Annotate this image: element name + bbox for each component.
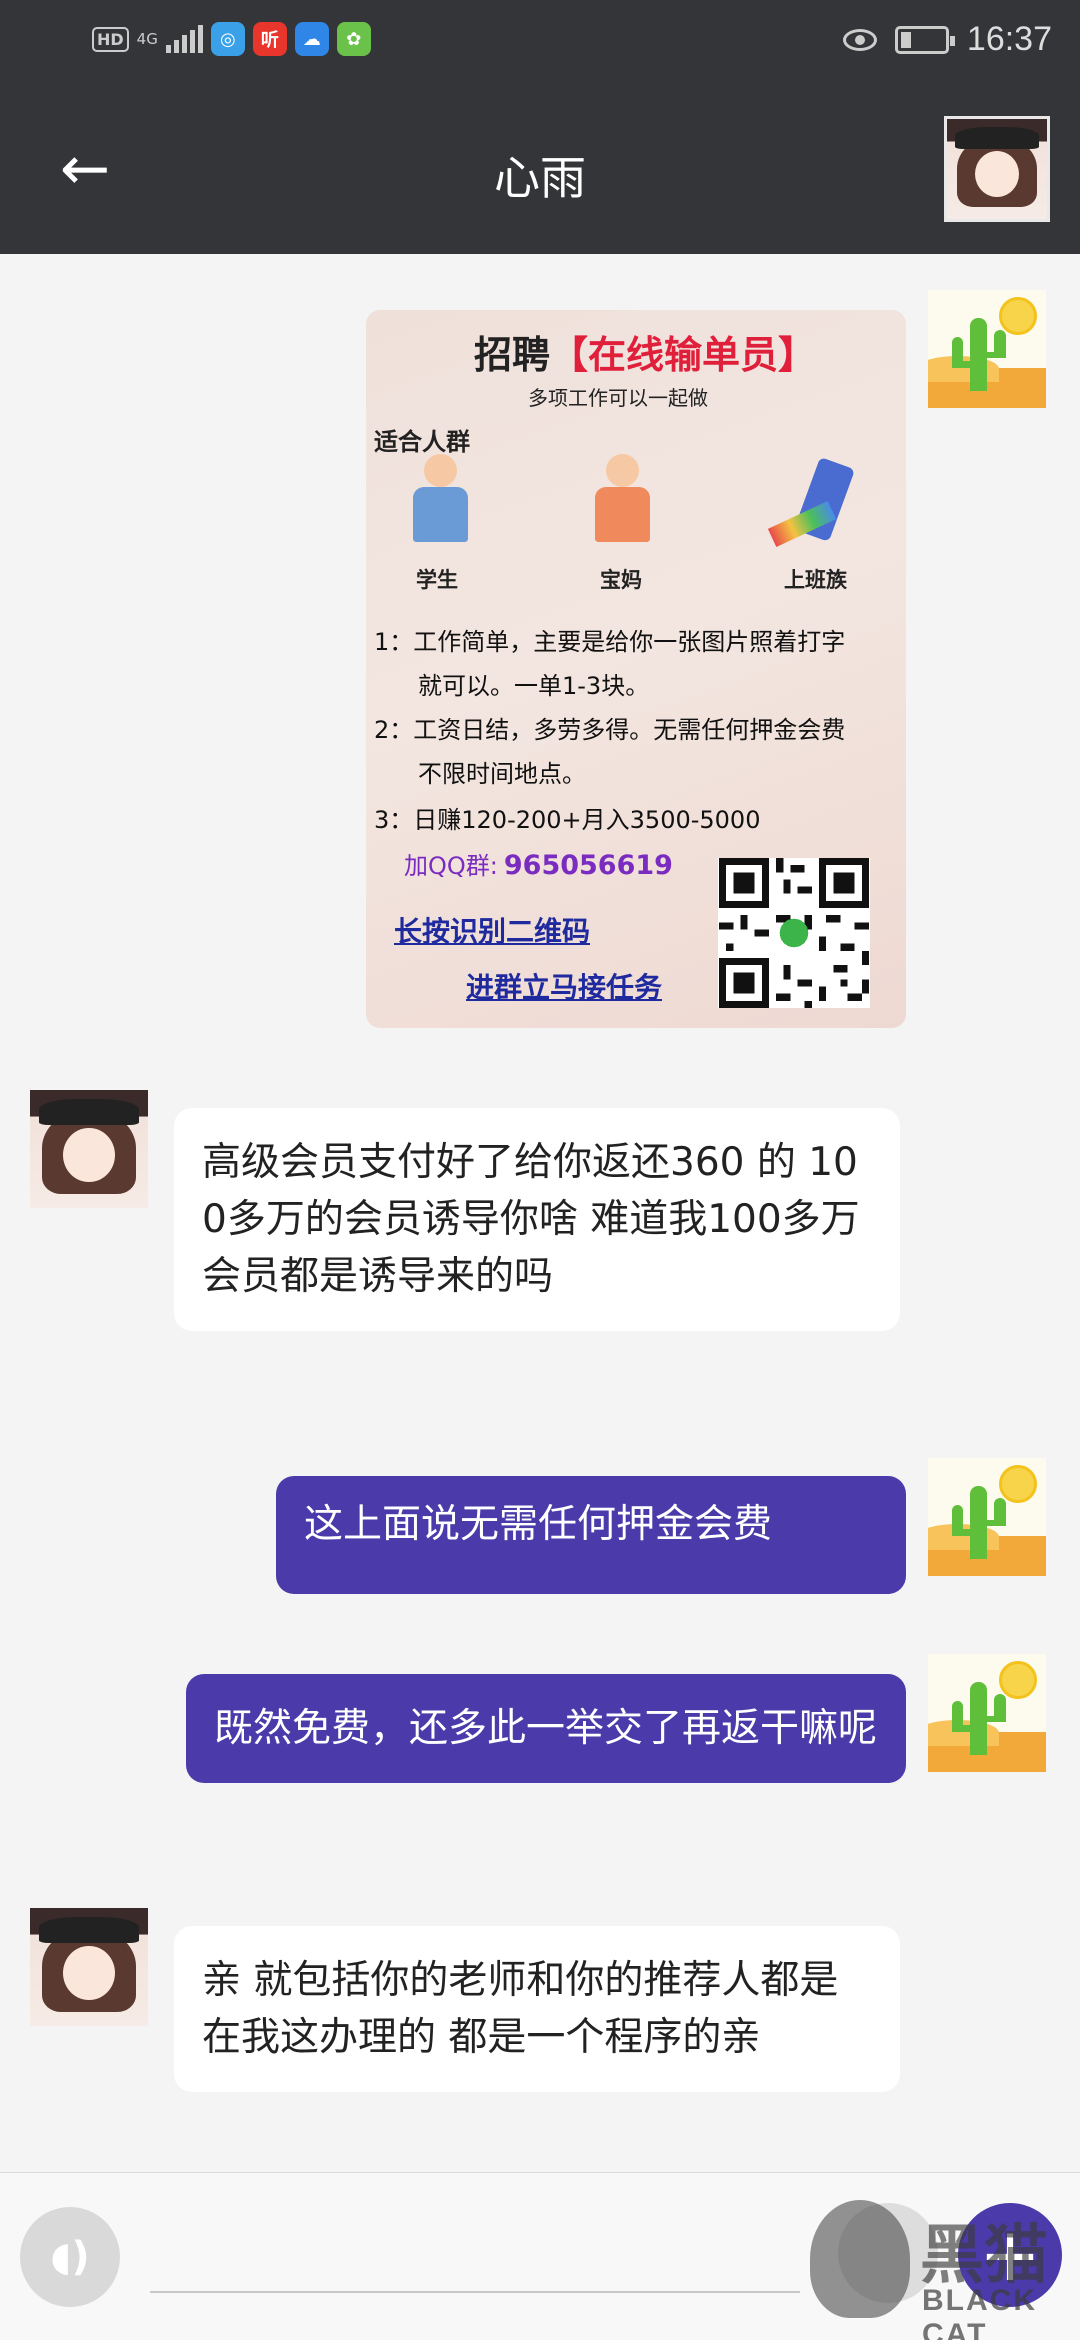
- phone-illustration-icon: [762, 450, 872, 560]
- eye-comfort-icon: [842, 28, 877, 51]
- contact-message-avatar[interactable]: [30, 1090, 148, 1208]
- watermark-text-cn: 黑猫: [920, 2219, 1048, 2293]
- poster-line-3: 2：工资日结，多劳多得。无需任何押金会费: [374, 716, 846, 744]
- watermark-text-en: BLACK CAT: [922, 2284, 1037, 2340]
- game-app-icon: ✿: [336, 22, 371, 56]
- message-bubble-incoming[interactable]: 高级会员支付好了给你返还360 的 100多万的会员诱导你啥 难道我100多万会…: [174, 1108, 900, 1331]
- poster-group-moms: 宝妈: [600, 568, 642, 592]
- my-avatar[interactable]: [928, 290, 1046, 408]
- poster-line-5: 3：日赚120-200+月入3500-5000: [374, 806, 761, 834]
- my-avatar[interactable]: [928, 1458, 1046, 1576]
- browser-app-icon: ◎: [210, 22, 245, 56]
- my-avatar[interactable]: [928, 1654, 1046, 1772]
- message-bubble-incoming[interactable]: 亲 就包括你的老师和你的推荐人都是在我这办理的 都是一个程序的亲: [174, 1926, 900, 2092]
- poster-title: 招聘【在线输单员】: [474, 333, 817, 377]
- mom-illustration-icon: [566, 450, 676, 560]
- poster-qq-group: 加QQ群: 965056619: [404, 850, 673, 881]
- clock: 16:37: [966, 20, 1052, 58]
- cat-logo-icon: [810, 2200, 910, 2318]
- contact-message-avatar[interactable]: [30, 1908, 148, 2026]
- network-type-label: 4G: [136, 29, 158, 48]
- chat-header: ← 心雨: [0, 84, 1080, 254]
- status-bar: HD 4G ◎ 听 ☁ ✿ 16:37: [0, 0, 1080, 84]
- poster-group-workers: 上班族: [784, 568, 847, 592]
- battery-icon: [894, 25, 955, 54]
- poster-group-students: 学生: [416, 568, 458, 592]
- girl-avatar-icon: [947, 119, 1047, 219]
- message-bubble-outgoing[interactable]: 既然免费，还多此一举交了再返干嘛呢: [186, 1674, 906, 1783]
- contact-avatar[interactable]: [944, 116, 1050, 222]
- chat-title: 心雨: [494, 151, 586, 205]
- poster-line-4: 不限时间地点。: [418, 760, 586, 788]
- poster-link-scan: 长按识别二维码: [394, 915, 591, 948]
- poster-line-2: 就可以。一单1-3块。: [418, 672, 650, 700]
- signal-icon: [165, 25, 203, 53]
- poster-link-join: 进群立马接任务: [466, 971, 663, 1004]
- voice-button[interactable]: ◖): [20, 2207, 120, 2307]
- blackcat-watermark: 黑猫 BLACK CAT: [810, 2200, 1080, 2340]
- status-left: HD 4G ◎ 听 ☁ ✿: [92, 22, 371, 56]
- status-right: 16:37: [842, 20, 1052, 59]
- hd-indicator: HD: [92, 26, 129, 52]
- qr-code-icon: [718, 858, 870, 1008]
- poster-subtitle: 多项工作可以一起做: [528, 386, 708, 410]
- voice-icon: ◖): [50, 2234, 90, 2280]
- message-input[interactable]: [150, 2233, 800, 2293]
- cloud-app-icon: ☁: [294, 22, 329, 56]
- message-bubble-outgoing[interactable]: 这上面说无需任何押金会费: [276, 1476, 906, 1594]
- students-illustration-icon: [384, 450, 494, 560]
- listen-app-icon: 听: [252, 22, 287, 56]
- poster-image-message[interactable]: 招聘【在线输单员】 多项工作可以一起做 适合人群 学生 宝妈 上班族 1：工作简…: [366, 310, 906, 1028]
- poster-line-1: 1：工作简单，主要是给你一张图片照着打字: [374, 628, 846, 656]
